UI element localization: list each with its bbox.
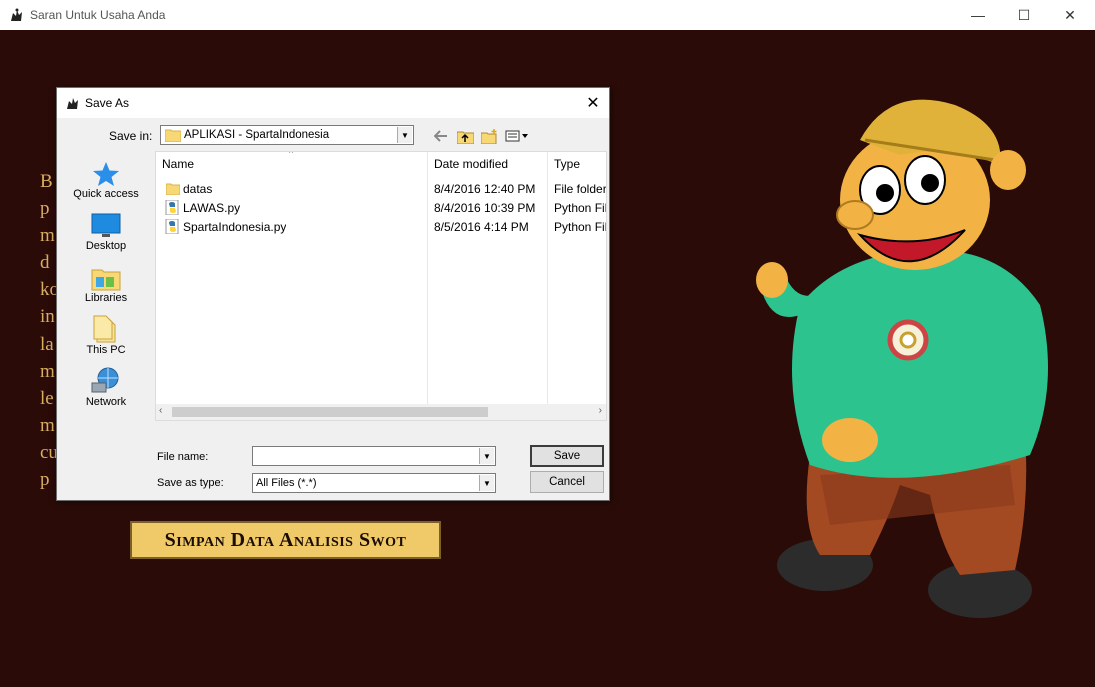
file-type: Python Fil [554, 201, 606, 215]
scrollbar-thumb[interactable] [172, 407, 488, 417]
star-icon [93, 162, 119, 186]
folder-icon [165, 129, 181, 142]
place-quick-access[interactable]: Quick access [65, 159, 147, 200]
place-label: This PC [86, 344, 126, 356]
back-arrow-icon[interactable] [432, 127, 450, 145]
app-icon [11, 8, 22, 21]
dialog-title: Save As [85, 96, 130, 110]
file-name-label: File name: [157, 451, 209, 463]
sort-ascending-icon: ^ [289, 151, 294, 158]
file-name: LAWAS.py [183, 201, 241, 215]
file-date: 8/4/2016 12:40 PM [434, 182, 536, 196]
window-titlebar: Saran Untuk Usaha Anda — ☐ ✕ [0, 0, 1095, 30]
dialog-toolbar [432, 127, 530, 145]
python-file-icon [165, 200, 179, 215]
this-pc-icon [93, 315, 116, 343]
chevron-down-icon: ▼ [397, 127, 412, 143]
place-label: Network [85, 396, 127, 408]
save-in-dropdown[interactable]: APLIKASI - SpartaIndonesia ▼ [160, 125, 414, 145]
place-libraries[interactable]: Libraries [65, 263, 147, 304]
file-list: Name ^ Date modified Type datas 8/4/2016… [155, 151, 607, 421]
places-bar: Quick access Desktop Libraries This PC N… [65, 151, 147, 417]
file-row[interactable]: datas 8/4/2016 12:40 PM File folder [156, 180, 606, 199]
maximize-button[interactable]: ☐ [1001, 0, 1047, 30]
new-folder-icon[interactable] [480, 127, 498, 145]
folder-icon [166, 183, 180, 195]
save-swot-button[interactable]: Simpan Data Analisis Swot [130, 521, 441, 559]
save-type-label: Save as type: [157, 477, 224, 489]
horizontal-scrollbar[interactable]: ‹ › [156, 404, 606, 420]
save-in-label: Save in: [109, 129, 153, 143]
close-button[interactable]: ✕ [1047, 0, 1093, 30]
python-file-icon [165, 219, 179, 234]
place-network[interactable]: Network [65, 367, 147, 408]
chevron-down-icon: ▼ [479, 475, 494, 491]
cancel-button[interactable]: Cancel [530, 471, 604, 493]
column-header-type[interactable]: Type [548, 152, 606, 176]
save-as-dialog: Save As ✕ Save in: APLIKASI - SpartaIndo… [56, 87, 610, 501]
desktop-icon [91, 213, 121, 237]
mascot-illustration [756, 99, 1048, 618]
file-row[interactable]: LAWAS.py 8/4/2016 10:39 PM Python Fil [156, 199, 606, 218]
libraries-icon [91, 269, 121, 291]
network-icon [91, 367, 119, 393]
file-date: 8/5/2016 4:14 PM [434, 220, 529, 234]
app-icon [67, 98, 78, 109]
file-name: SpartaIndonesia.py [183, 220, 287, 234]
file-type: File folder [554, 182, 606, 196]
chevron-down-icon[interactable]: ▼ [479, 448, 494, 464]
place-this-pc[interactable]: This PC [65, 315, 147, 356]
file-type: Python Fil [554, 220, 606, 234]
window-title: Saran Untuk Usaha Anda [30, 8, 166, 22]
column-header-date[interactable]: Date modified [428, 152, 548, 176]
view-menu-icon[interactable] [504, 127, 530, 145]
save-type-dropdown[interactable]: All Files (*.*) ▼ [252, 473, 496, 493]
dialog-titlebar: Save As ✕ [57, 88, 609, 118]
dialog-close-button[interactable]: ✕ [581, 91, 605, 115]
place-desktop[interactable]: Desktop [65, 211, 147, 252]
up-folder-icon[interactable] [456, 127, 474, 145]
scroll-left-icon[interactable]: ‹ [159, 405, 162, 416]
minimize-button[interactable]: — [955, 0, 1001, 30]
place-label: Libraries [84, 292, 128, 304]
file-date: 8/4/2016 10:39 PM [434, 201, 536, 215]
place-label: Desktop [85, 240, 127, 252]
save-button[interactable]: Save [530, 445, 604, 467]
scroll-right-icon[interactable]: › [599, 405, 602, 416]
place-label: Quick access [73, 188, 139, 200]
save-in-value: APLIKASI - SpartaIndonesia [184, 129, 330, 141]
file-name-input[interactable]: ▼ [252, 446, 496, 466]
file-name: datas [183, 182, 213, 196]
file-row[interactable]: SpartaIndonesia.py 8/5/2016 4:14 PM Pyth… [156, 218, 606, 237]
